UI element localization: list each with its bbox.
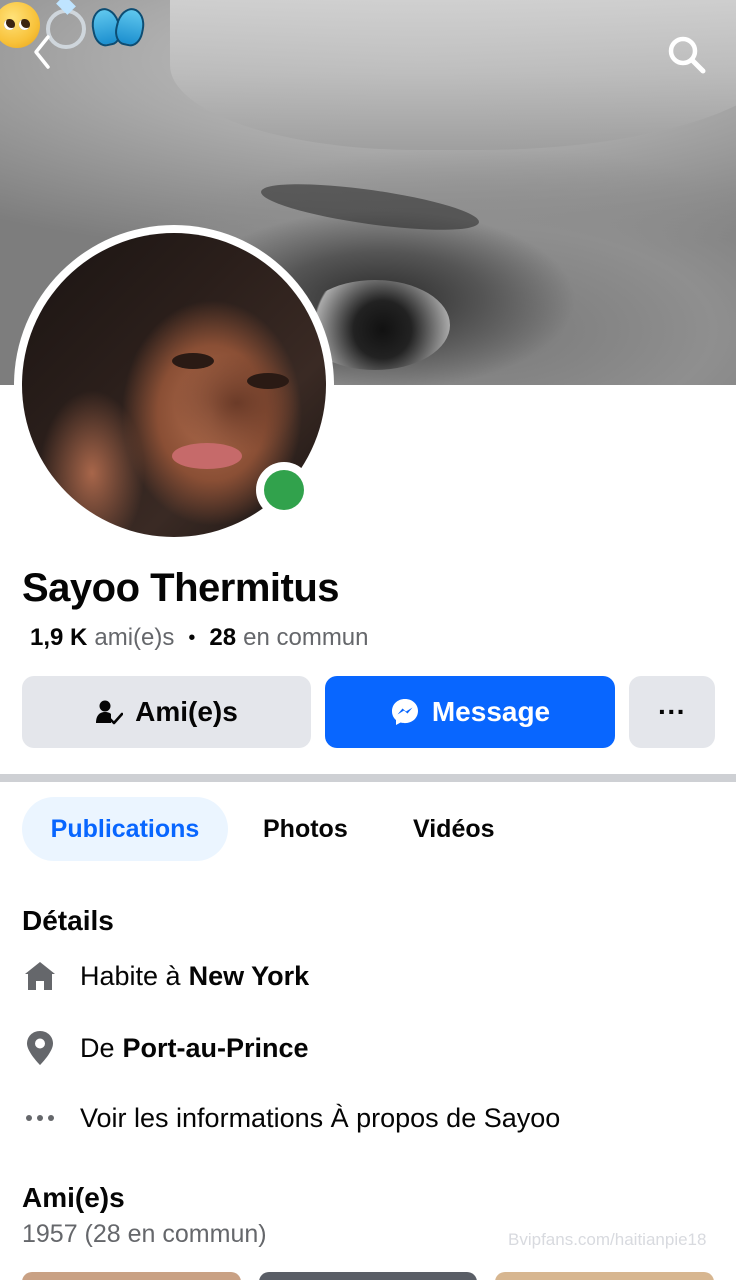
detail-from: De Port-au-Prince (22, 1030, 309, 1066)
friend-thumbnail[interactable] (495, 1272, 715, 1280)
detail-see-about[interactable]: Voir les informations À propos de Sayoo (22, 1100, 560, 1136)
lives-in-city[interactable]: New York (189, 961, 310, 992)
detail-lives-in: Habite à New York (22, 958, 309, 994)
more-icon: ··· (658, 696, 686, 727)
lives-in-prefix: Habite à (80, 960, 181, 991)
see-about-label: Voir les informations À propos de Sayoo (80, 1102, 561, 1133)
friends-button-label: Ami(e)s (135, 696, 238, 727)
profile-stats: 1,9 K ami(e)s • 28 en commun (30, 624, 369, 652)
messenger-icon (391, 699, 418, 725)
home-icon (22, 958, 58, 994)
friend-check-icon (96, 700, 124, 725)
friend-thumbnail[interactable] (258, 1272, 478, 1280)
location-pin-icon (22, 1030, 58, 1066)
tab-photos[interactable]: Photos (263, 797, 348, 861)
friends-heading[interactable]: Ami(e)s (22, 1182, 125, 1214)
back-button[interactable] (28, 32, 58, 72)
section-divider (0, 774, 736, 782)
friend-thumbnail[interactable] (22, 1272, 241, 1280)
chevron-left-icon (34, 35, 50, 69)
friends-count: 1,9 K (30, 624, 88, 651)
friends-thumbnails (22, 1272, 715, 1280)
message-button[interactable]: Message (325, 676, 615, 748)
message-button-label: Message (431, 696, 551, 727)
cover-brow-shape (258, 174, 482, 240)
butterfly-emoji-icon (90, 2, 144, 48)
search-icon (668, 36, 706, 74)
profile-name: Sayoo Thermitus (22, 566, 340, 610)
stats-separator: • (188, 626, 196, 649)
mutual-friends-count: 28 (209, 624, 237, 651)
mutual-friends-label[interactable]: en commun (243, 624, 368, 652)
avatar-eye-shape (247, 373, 289, 389)
more-options-button[interactable]: ··· (629, 676, 715, 748)
avatar-eye-shape (172, 353, 214, 369)
friends-count-summary: 1957 (28 en commun) (22, 1220, 267, 1248)
friends-button[interactable]: Ami(e)s (22, 676, 311, 748)
from-prefix: De (80, 1032, 115, 1063)
tab-videos[interactable]: Vidéos (413, 797, 495, 861)
online-dot-icon (264, 470, 304, 510)
cover-emoji-row (0, 2, 144, 49)
cover-bonnet-shape (170, 0, 736, 150)
watermark: Bvipfans.com/haitianpie18 (508, 1230, 707, 1249)
from-city[interactable]: Port-au-Prince (123, 1033, 309, 1064)
friends-count-label[interactable]: ami(e)s (94, 624, 174, 652)
avatar-lip-shape (172, 443, 242, 469)
tab-publications[interactable]: Publications (22, 797, 228, 861)
details-heading: Détails (22, 905, 114, 936)
online-status-indicator (256, 462, 312, 518)
search-button[interactable] (664, 32, 708, 76)
ellipsis-icon (22, 1100, 58, 1136)
